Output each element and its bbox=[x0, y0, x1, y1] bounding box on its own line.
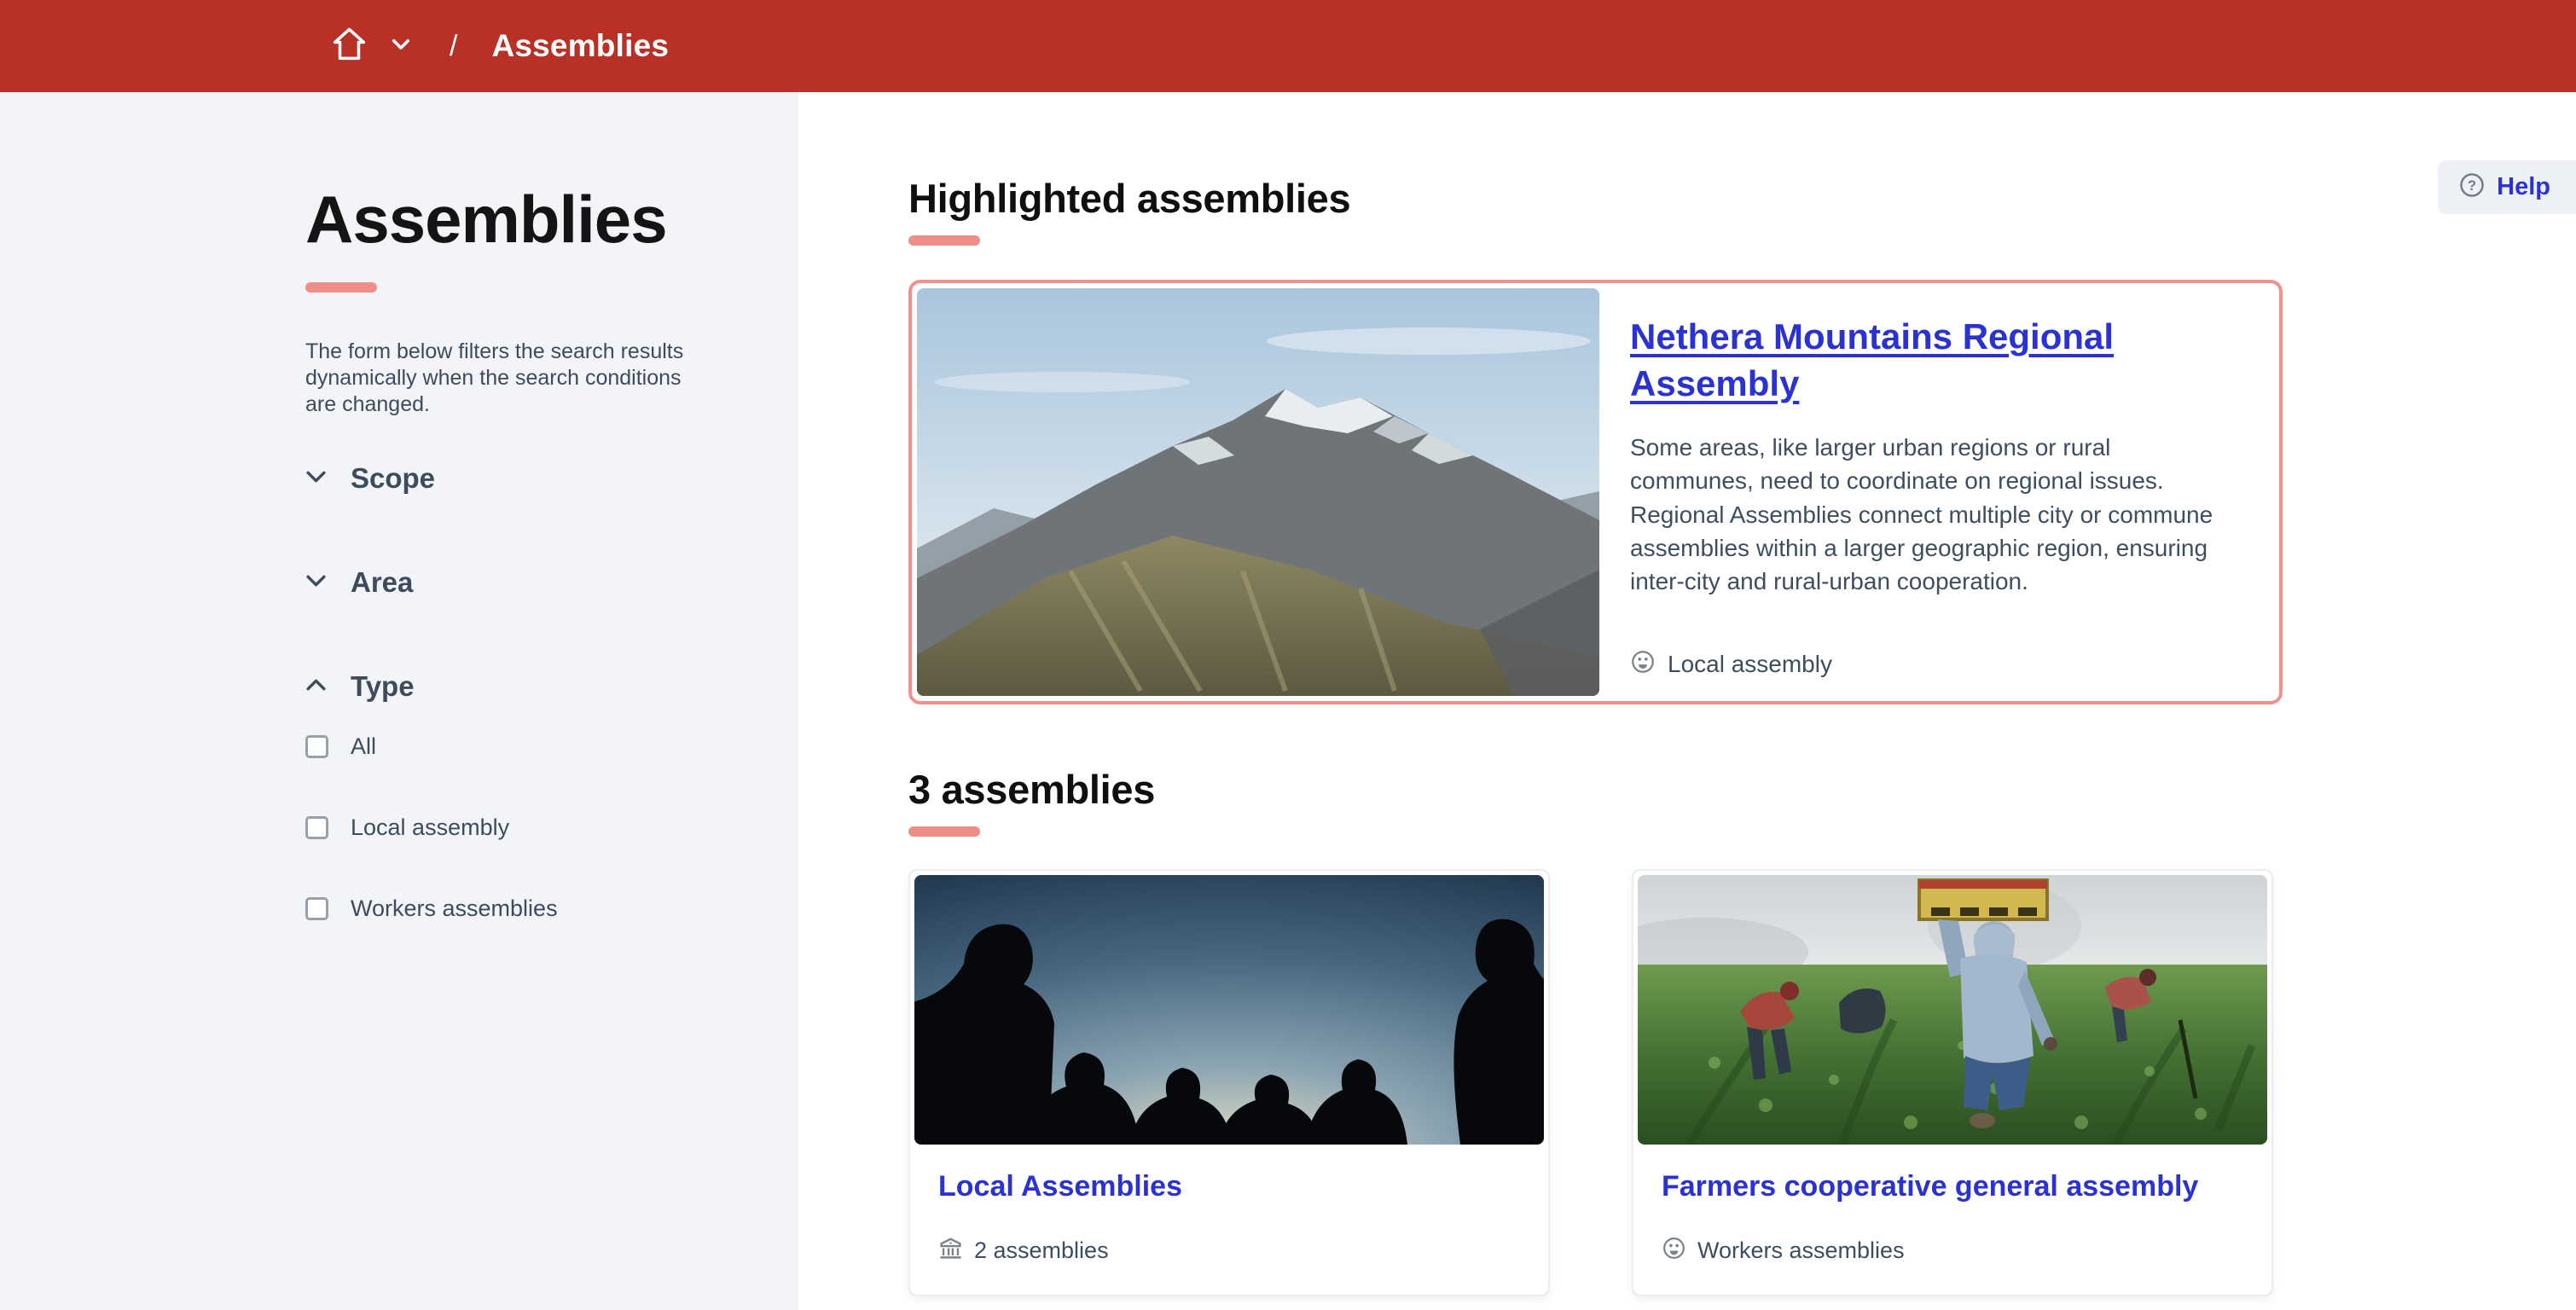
filter-toggle-type[interactable]: Type bbox=[305, 670, 713, 703]
title-accent-bar bbox=[305, 282, 377, 293]
filter-option-label: Local assembly bbox=[351, 814, 509, 841]
assembly-card-body: Farmers cooperative general assembly Wor… bbox=[1638, 1145, 2267, 1290]
svg-text:?: ? bbox=[2468, 177, 2476, 194]
top-navigation-bar: / Assemblies bbox=[0, 0, 2576, 92]
breadcrumb-separator: / bbox=[450, 30, 457, 63]
filter-label-scope: Scope bbox=[351, 462, 435, 495]
assembly-type-icon bbox=[1662, 1236, 1686, 1265]
assembly-card-meta-label: Workers assemblies bbox=[1697, 1238, 1905, 1264]
checkbox-all[interactable] bbox=[305, 735, 328, 758]
filters-sidebar: Assemblies The form below filters the se… bbox=[0, 92, 798, 1310]
assembly-card-meta: 2 assemblies bbox=[938, 1236, 1518, 1265]
main-content: ? Help Highlighted assemblies bbox=[798, 92, 2576, 1310]
chevron-down-icon bbox=[305, 574, 327, 592]
assembly-card-image-silhouettes bbox=[914, 875, 1544, 1145]
assembly-card-meta: Workers assemblies bbox=[1662, 1236, 2242, 1265]
filter-option-label: Workers assemblies bbox=[351, 896, 558, 922]
filter-option-label: All bbox=[351, 733, 376, 760]
assemblies-card-grid: Local Assemblies 2 assemblies bbox=[908, 869, 2576, 1296]
highlighted-card-description: Some areas, like larger urban regions or… bbox=[1630, 431, 2234, 598]
filter-label-type: Type bbox=[351, 670, 415, 703]
assembly-card-title-link[interactable]: Local Assemblies bbox=[938, 1170, 1518, 1203]
filters-form: Scope Area Type bbox=[305, 462, 713, 922]
breadcrumb-home-link[interactable] bbox=[329, 24, 369, 68]
heading-accent-bar bbox=[908, 826, 980, 837]
filter-section-area: Area bbox=[305, 566, 713, 599]
filter-option-workers-assemblies[interactable]: Workers assemblies bbox=[305, 896, 713, 922]
filter-toggle-area[interactable]: Area bbox=[305, 566, 713, 599]
highlighted-card-meta: Local assembly bbox=[1630, 649, 2252, 679]
chevron-down-icon bbox=[392, 38, 410, 55]
filter-section-scope: Scope bbox=[305, 462, 713, 495]
assembly-card-body: Local Assemblies 2 assemblies bbox=[914, 1145, 1544, 1290]
chevron-up-icon bbox=[305, 678, 327, 696]
assemblies-count-heading: 3 assemblies bbox=[908, 766, 2576, 813]
highlighted-card-image-mountains bbox=[917, 288, 1599, 696]
page-title: Assemblies bbox=[305, 181, 713, 258]
assembly-card-local-assemblies[interactable]: Local Assemblies 2 assemblies bbox=[908, 869, 1550, 1296]
help-label: Help bbox=[2497, 173, 2550, 201]
home-icon bbox=[329, 24, 369, 68]
highlighted-card-title-link[interactable]: Nethera Mountains Regional Assembly bbox=[1630, 314, 2176, 407]
assembly-card-meta-label: 2 assemblies bbox=[974, 1238, 1109, 1264]
filter-toggle-scope[interactable]: Scope bbox=[305, 462, 713, 495]
breadcrumb-current-assemblies[interactable]: Assemblies bbox=[491, 28, 669, 64]
assembly-card-farmers-cooperative[interactable]: Farmers cooperative general assembly Wor… bbox=[1632, 869, 2273, 1296]
filter-options-type: All Local assembly Workers assemblies bbox=[305, 733, 713, 922]
breadcrumb-dropdown-toggle[interactable] bbox=[392, 38, 410, 55]
assembly-card-image-farm-field bbox=[1638, 875, 2267, 1145]
highlighted-card-body: Nethera Mountains Regional Assembly Some… bbox=[1630, 288, 2274, 696]
highlighted-assemblies-heading: Highlighted assemblies bbox=[908, 175, 2576, 222]
question-circle-icon: ? bbox=[2458, 171, 2486, 203]
filter-option-all[interactable]: All bbox=[305, 733, 713, 760]
assembly-card-title-link[interactable]: Farmers cooperative general assembly bbox=[1662, 1170, 2242, 1203]
filter-option-local-assembly[interactable]: Local assembly bbox=[305, 814, 713, 841]
filter-label-area: Area bbox=[351, 566, 413, 599]
checkbox-local-assembly[interactable] bbox=[305, 816, 328, 839]
bank-icon bbox=[938, 1236, 963, 1265]
highlighted-assembly-card[interactable]: Nethera Mountains Regional Assembly Some… bbox=[908, 280, 2283, 704]
filters-description: The form below filters the search result… bbox=[305, 339, 713, 418]
heading-accent-bar bbox=[908, 235, 980, 246]
chevron-down-icon bbox=[305, 470, 327, 488]
checkbox-workers-assemblies[interactable] bbox=[305, 897, 328, 920]
highlighted-card-type-label: Local assembly bbox=[1668, 651, 1832, 678]
assembly-type-icon bbox=[1630, 649, 1656, 679]
filter-section-type: Type All Local assembly Workers assembli… bbox=[305, 670, 713, 922]
help-button[interactable]: ? Help bbox=[2438, 160, 2576, 214]
